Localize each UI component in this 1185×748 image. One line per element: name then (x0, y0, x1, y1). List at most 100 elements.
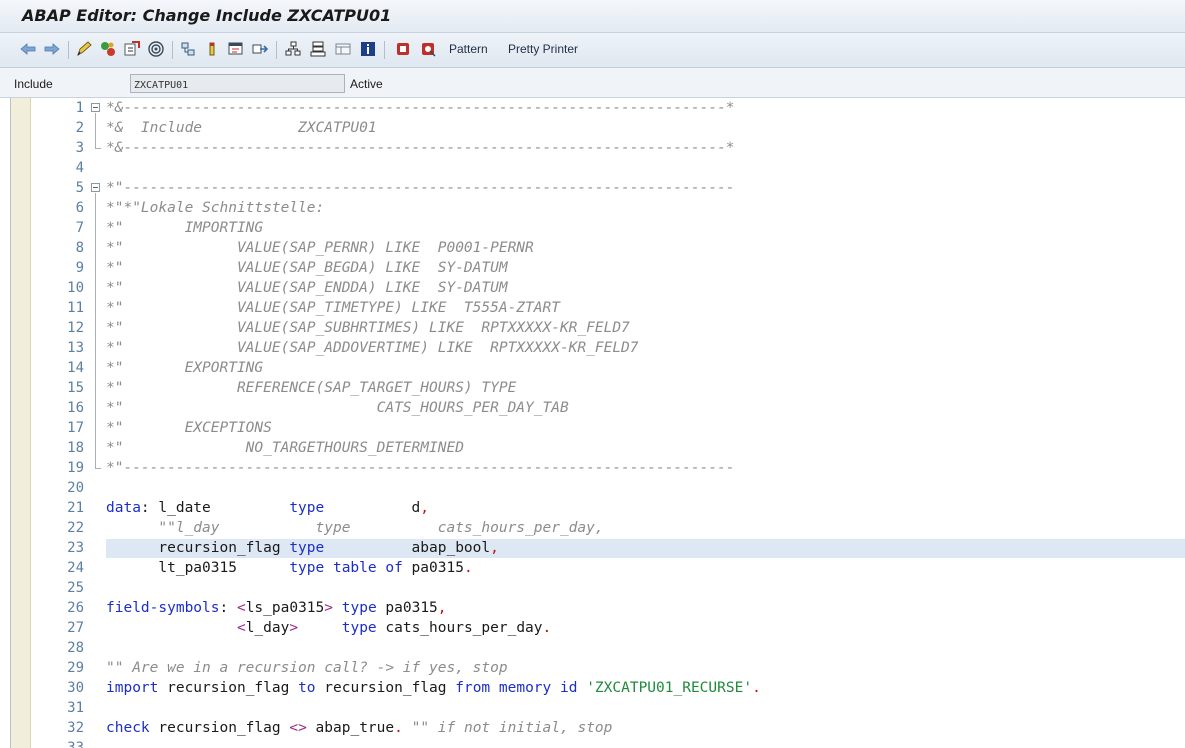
line-number: 29 (67, 660, 84, 676)
insert-statement-icon[interactable] (393, 39, 413, 59)
code-line[interactable]: 22 ""l_day type cats_hours_per_day, (31, 518, 1185, 538)
code-line[interactable]: 26 field-symbols: <ls_pa0315> type pa0315… (31, 598, 1185, 618)
forward-arrow-icon[interactable] (42, 39, 62, 59)
line-number: 3 (75, 140, 84, 156)
code-line[interactable]: 14 *" EXPORTING (31, 358, 1185, 378)
info-icon[interactable] (358, 39, 378, 59)
toolbar-separator (384, 41, 385, 59)
line-number: 20 (67, 480, 84, 496)
pattern-button[interactable]: Pattern (449, 42, 488, 56)
application-toolbar: Pattern Pretty Printer (0, 33, 1185, 68)
code-text: *" REFERENCE(SAP_TARGET_HOURS) TYPE (106, 380, 517, 396)
code-line[interactable]: 23 recursion_flag type abap_bool, (31, 538, 1185, 558)
toolbar-separator (276, 41, 277, 59)
code-line[interactable]: 24 lt_pa0315 type table of pa0315. (31, 558, 1185, 578)
line-number: 15 (67, 380, 84, 396)
code-text: *& Include ZXCATPU01 (106, 120, 377, 136)
activate-icon[interactable] (122, 39, 142, 59)
code-text: "" Are we in a recursion call? -> if yes… (106, 660, 508, 676)
line-number: 23 (67, 540, 84, 556)
include-header: Include Active (0, 68, 1185, 98)
code-text: *"*"Lokale Schnittstelle: (106, 200, 325, 216)
line-number: 19 (67, 460, 84, 476)
display-object-list-icon[interactable] (202, 39, 222, 59)
navigate-icon[interactable] (250, 39, 270, 59)
code-text: *" VALUE(SAP_ADDOVERTIME) LIKE RPTXXXXX-… (106, 340, 639, 356)
code-line[interactable]: 4 (31, 158, 1185, 178)
code-line[interactable]: 1 *&-------------------------------------… (31, 98, 1185, 118)
fold-guide (95, 113, 96, 148)
code-line[interactable]: 31 (31, 698, 1185, 718)
line-number: 1 (75, 100, 84, 116)
line-number: 4 (75, 160, 84, 176)
code-line[interactable]: 16 *" CATS_HOURS_PER_DAY_TAB (31, 398, 1185, 418)
include-label: Include (14, 77, 53, 91)
fold-guide-end (95, 468, 101, 469)
pretty-printer-button[interactable]: Pretty Printer (508, 42, 578, 56)
code-line[interactable]: 12 *" VALUE(SAP_SUBHRTIMES) LIKE RPTXXXXX… (31, 318, 1185, 338)
code-line[interactable]: 5 *"-------------------------------------… (31, 178, 1185, 198)
code-line[interactable]: 10 *" VALUE(SAP_ENDDA) LIKE SY-DATUM (31, 278, 1185, 298)
code-text: check recursion_flag <> abap_true. "" if… (106, 720, 613, 736)
code-line[interactable]: 3 *&-------------------------------------… (31, 138, 1185, 158)
code-line[interactable]: 9 *" VALUE(SAP_BEGDA) LIKE SY-DATUM (31, 258, 1185, 278)
code-line[interactable]: 29 "" Are we in a recursion call? -> if y… (31, 658, 1185, 678)
code-line[interactable]: 13 *" VALUE(SAP_ADDOVERTIME) LIKE RPTXXXX… (31, 338, 1185, 358)
check-syntax-icon[interactable] (98, 39, 118, 59)
line-number: 28 (67, 640, 84, 656)
line-number: 16 (67, 400, 84, 416)
where-used-icon[interactable] (146, 39, 166, 59)
code-line[interactable]: 19 *"------------------------------------… (31, 458, 1185, 478)
code-line[interactable]: 21 data: l_date type d, (31, 498, 1185, 518)
code-line[interactable]: 11 *" VALUE(SAP_TIMETYPE) LIKE T555A-ZTAR… (31, 298, 1185, 318)
collapse-block-icon[interactable] (91, 103, 100, 112)
breakpoint-icon[interactable] (418, 39, 438, 59)
code-line[interactable]: 8 *" VALUE(SAP_PERNR) LIKE P0001-PERNR (31, 238, 1185, 258)
line-number: 21 (67, 500, 84, 516)
code-line[interactable]: 20 (31, 478, 1185, 498)
line-number: 5 (75, 180, 84, 196)
line-number: 31 (67, 700, 84, 716)
code-text: *&--------------------------------------… (106, 100, 735, 116)
code-line[interactable]: 15 *" REFERENCE(SAP_TARGET_HOURS) TYPE (31, 378, 1185, 398)
collapse-block-icon[interactable] (91, 183, 100, 192)
line-number: 25 (67, 580, 84, 596)
object-list-icon[interactable] (178, 39, 198, 59)
code-text: *" VALUE(SAP_ENDDA) LIKE SY-DATUM (106, 280, 508, 296)
code-text: *"--------------------------------------… (106, 180, 735, 196)
code-editor[interactable]: 1 *&-------------------------------------… (10, 98, 1185, 748)
code-text: *"--------------------------------------… (106, 460, 735, 476)
line-number: 13 (67, 340, 84, 356)
back-arrow-icon[interactable] (18, 39, 38, 59)
toolbar-separator (68, 41, 69, 59)
line-number: 17 (67, 420, 84, 436)
code-text: import recursion_flag to recursion_flag … (106, 680, 761, 696)
stack-icon[interactable] (308, 39, 328, 59)
line-number: 10 (67, 280, 84, 296)
code-line[interactable]: 17 *" EXCEPTIONS (31, 418, 1185, 438)
layout-icon[interactable] (333, 39, 353, 59)
hierarchy-icon[interactable] (283, 39, 303, 59)
code-line[interactable]: 28 (31, 638, 1185, 658)
line-number: 11 (67, 300, 84, 316)
display-navigation-window-icon[interactable] (226, 39, 246, 59)
line-number: 30 (67, 680, 84, 696)
title-bar: ABAP Editor: Change Include ZXCATPU01 (0, 0, 1185, 33)
code-line[interactable]: 18 *" NO_TARGETHOURS_DETERMINED (31, 438, 1185, 458)
code-line[interactable]: 33 (31, 738, 1185, 748)
code-line[interactable]: 2 *& Include ZXCATPU01 (31, 118, 1185, 138)
line-number: 14 (67, 360, 84, 376)
code-text: recursion_flag type abap_bool, (106, 540, 499, 556)
code-line[interactable]: 7 *" IMPORTING (31, 218, 1185, 238)
code-line[interactable]: 25 (31, 578, 1185, 598)
code-text: *" VALUE(SAP_SUBHRTIMES) LIKE RPTXXXXX-K… (106, 320, 630, 336)
code-line[interactable]: 6 *"*"Lokale Schnittstelle: (31, 198, 1185, 218)
edit-pencil-icon[interactable] (74, 39, 94, 59)
editor-margin (11, 98, 31, 748)
code-line[interactable]: 27 <l_day> type cats_hours_per_day. (31, 618, 1185, 638)
include-name-field[interactable] (130, 74, 345, 93)
code-line[interactable]: 32 check recursion_flag <> abap_true. "" … (31, 718, 1185, 738)
code-line[interactable]: 30 import recursion_flag to recursion_fla… (31, 678, 1185, 698)
line-number: 27 (67, 620, 84, 636)
line-number: 9 (75, 260, 84, 276)
